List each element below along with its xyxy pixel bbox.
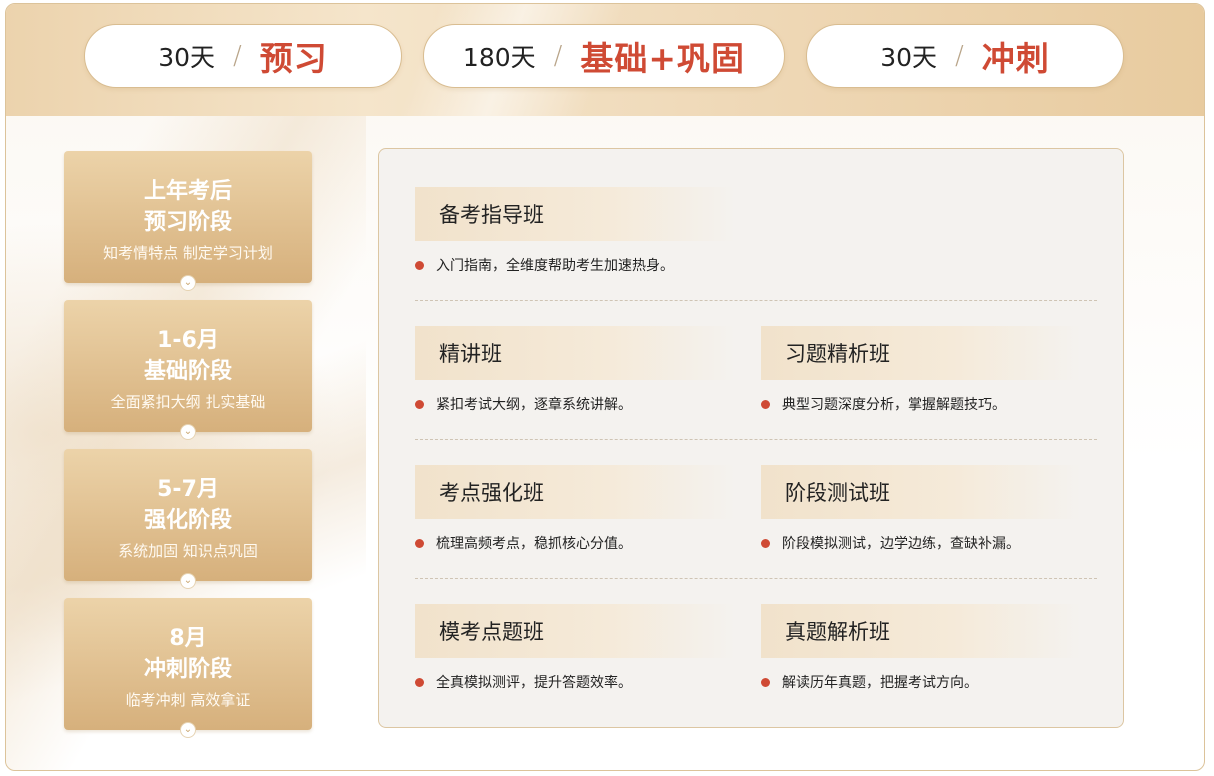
- chevron-down-icon[interactable]: ⌄: [180, 573, 196, 589]
- course-title: 考点强化班: [415, 465, 735, 519]
- bullet-dot-icon: [415, 677, 424, 687]
- bullet-dot-icon: [415, 260, 424, 270]
- course-title: 备考指导班: [415, 187, 735, 241]
- course-description: 典型习题深度分析，掌握解题技巧。: [761, 394, 1006, 414]
- stage-card-foundation[interactable]: 1-6月 基础阶段 全面紧扣大纲 扎实基础 ⌄: [64, 300, 312, 440]
- course-description-text: 梳理高频考点，稳抓核心分值。: [436, 536, 632, 552]
- stage-title: 预习阶段: [143, 210, 232, 235]
- course-description-text: 紧扣考试大纲，逐章系统讲解。: [436, 397, 632, 413]
- course-description-text: 入门指南，全维度帮助考生加速热身。: [436, 258, 674, 274]
- course-description-text: 解读历年真题，把握考试方向。: [782, 675, 978, 691]
- bullet-dot-icon: [761, 399, 770, 409]
- stage-description: 知考情特点 制定学习计划: [103, 244, 273, 262]
- phase-days: 180天: [462, 43, 536, 72]
- stage-card-intensive[interactable]: 5-7月 强化阶段 系统加固 知识点巩固 ⌄: [64, 449, 312, 589]
- phase-pill-sprint: 30天 / 冲刺: [806, 24, 1124, 88]
- chevron-down-icon[interactable]: ⌄: [180, 424, 196, 440]
- phase-days: 30天: [880, 43, 938, 72]
- divider: [415, 578, 1097, 579]
- course-title: 真题解析班: [761, 604, 1081, 658]
- chevron-down-icon[interactable]: ⌄: [180, 275, 196, 291]
- bullet-dot-icon: [415, 538, 424, 548]
- phase-name: 基础+巩固: [580, 39, 746, 78]
- stage-title: 强化阶段: [143, 508, 232, 533]
- course-title: 习题精析班: [761, 326, 1081, 380]
- stage-card-sprint[interactable]: 8月 冲刺阶段 临考冲刺 高效拿证 ⌄: [64, 598, 312, 738]
- phase-slash: /: [233, 41, 242, 71]
- course-description-text: 全真模拟测评，提升答题效率。: [436, 675, 632, 691]
- course-panel: 备考指导班 入门指南，全维度帮助考生加速热身。 精讲班 紧扣考试大纲，逐章系统讲…: [378, 148, 1124, 728]
- phase-pill-foundation: 180天 / 基础+巩固: [423, 24, 785, 88]
- course-description-text: 阶段模拟测试，边学边练，查缺补漏。: [782, 536, 1020, 552]
- stage-description: 临考冲刺 高效拿证: [125, 691, 251, 709]
- divider: [415, 439, 1097, 440]
- course-title: 模考点题班: [415, 604, 735, 658]
- stage-title: 冲刺阶段: [143, 657, 232, 682]
- phase-pill-preview: 30天 / 预习: [84, 24, 402, 88]
- phase-name: 冲刺: [981, 39, 1050, 78]
- phase-name: 预习: [259, 39, 328, 78]
- course-description: 全真模拟测评，提升答题效率。: [415, 672, 632, 692]
- stage-period: 1-6月: [157, 328, 219, 353]
- phase-days: 30天: [158, 43, 216, 72]
- stage-description: 系统加固 知识点巩固: [118, 542, 258, 560]
- bullet-dot-icon: [415, 399, 424, 409]
- course-description: 紧扣考试大纲，逐章系统讲解。: [415, 394, 632, 414]
- bullet-dot-icon: [761, 677, 770, 687]
- bullet-dot-icon: [761, 538, 770, 548]
- chevron-down-icon[interactable]: ⌄: [180, 722, 196, 738]
- course-description: 阶段模拟测试，边学边练，查缺补漏。: [761, 533, 1020, 553]
- course-title: 阶段测试班: [761, 465, 1081, 519]
- course-title: 精讲班: [415, 326, 735, 380]
- phase-slash: /: [553, 41, 563, 71]
- phase-slash: /: [955, 41, 964, 71]
- stage-title: 基础阶段: [143, 359, 232, 384]
- stage-period: 8月: [169, 626, 207, 651]
- stage-description: 全面紧扣大纲 扎实基础: [110, 393, 266, 411]
- course-description: 解读历年真题，把握考试方向。: [761, 672, 978, 692]
- course-description: 梳理高频考点，稳抓核心分值。: [415, 533, 632, 553]
- stage-card-preview[interactable]: 上年考后 预习阶段 知考情特点 制定学习计划 ⌄: [64, 151, 312, 291]
- course-description-text: 典型习题深度分析，掌握解题技巧。: [782, 397, 1006, 413]
- divider: [415, 300, 1097, 301]
- stage-period: 上年考后: [143, 179, 232, 204]
- stage-period: 5-7月: [157, 477, 219, 502]
- course-description: 入门指南，全维度帮助考生加速热身。: [415, 255, 674, 275]
